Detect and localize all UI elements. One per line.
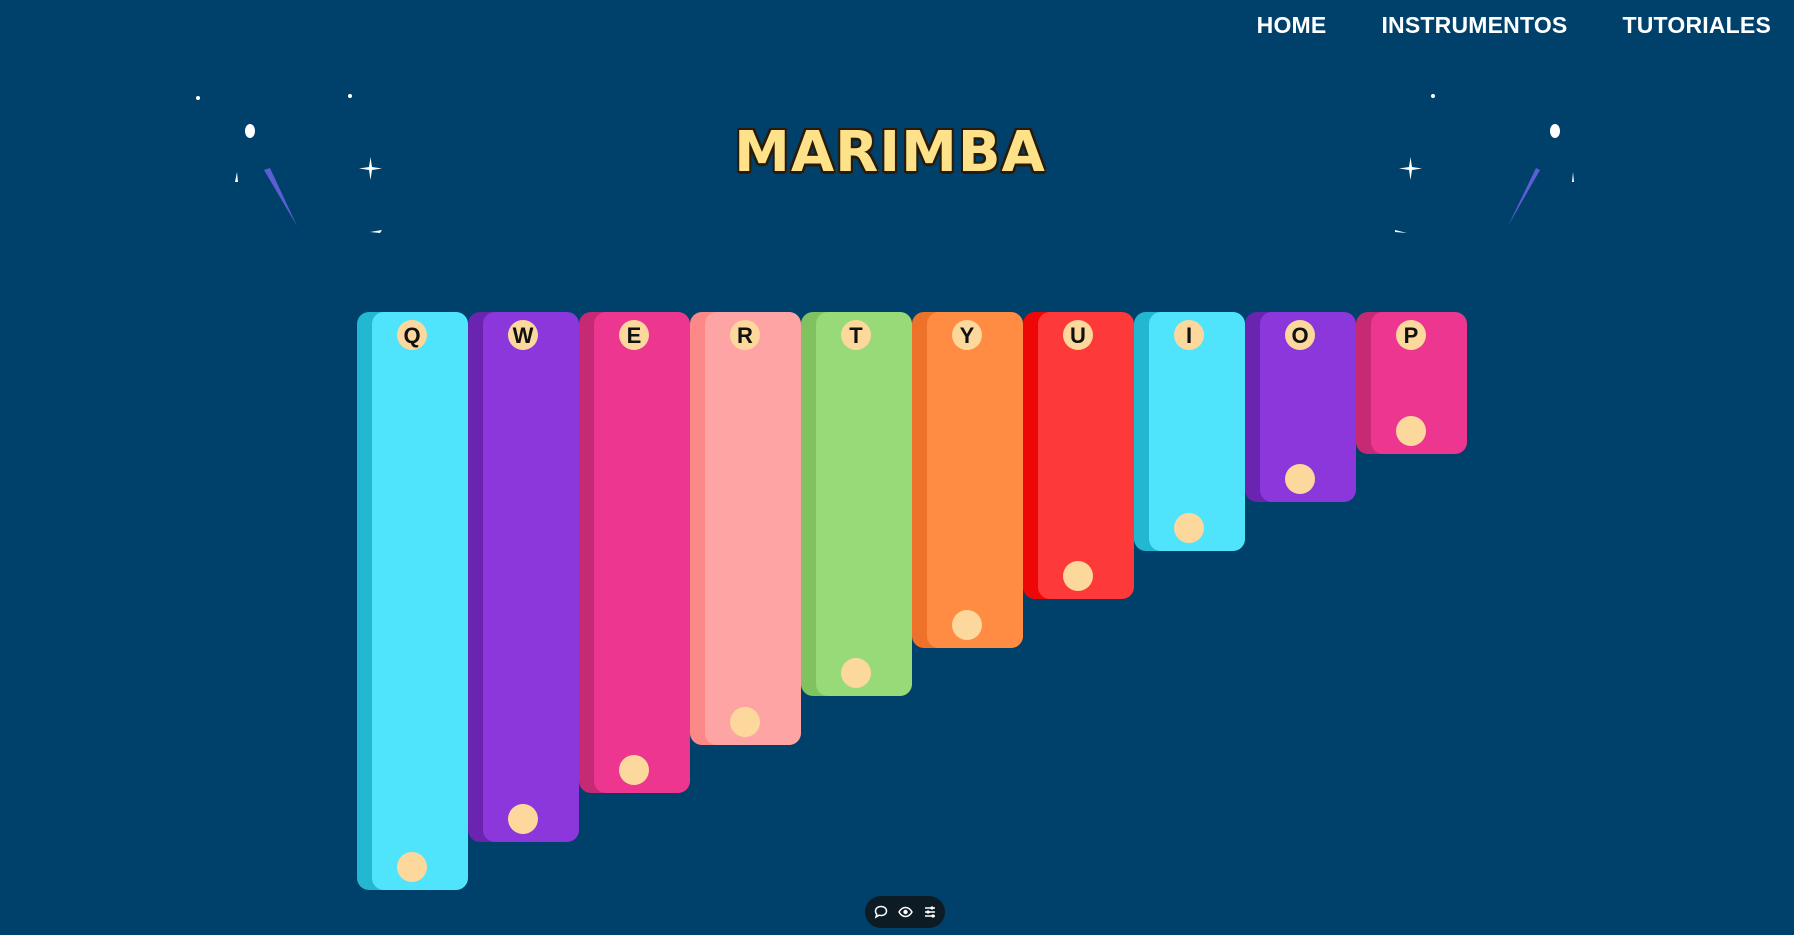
bar-key-label: W (508, 320, 538, 350)
bar-key-label: U (1063, 320, 1093, 350)
marimba-bar-t[interactable]: T (801, 312, 912, 696)
bar-key-label: I (1174, 320, 1204, 350)
nav-home-link[interactable]: HOME (1257, 12, 1327, 39)
bar-key-label: E (619, 320, 649, 350)
marimba-bar-q[interactable]: Q (357, 312, 468, 890)
eye-icon[interactable] (896, 903, 914, 921)
marimba-bar-o[interactable]: O (1245, 312, 1356, 502)
bar-mallet-dot (1396, 416, 1426, 446)
bar-face (705, 312, 801, 745)
bar-face (816, 312, 912, 696)
bar-face (927, 312, 1023, 648)
bar-key-label: Y (952, 320, 982, 350)
bar-mallet-dot (841, 658, 871, 688)
bar-mallet-dot (730, 707, 760, 737)
bar-mallet-dot (619, 755, 649, 785)
bar-face (483, 312, 579, 842)
nav-instrumentos-link[interactable]: INSTRUMENTOS (1381, 12, 1567, 39)
floating-toolbar (865, 896, 945, 928)
nav-tutoriales-link[interactable]: TUTORIALES (1622, 12, 1771, 39)
marimba-bar-i[interactable]: I (1134, 312, 1245, 551)
marimba-bar-r[interactable]: R (690, 312, 801, 745)
bar-mallet-dot (952, 610, 982, 640)
marimba-bar-w[interactable]: W (468, 312, 579, 842)
page-title: MARIMBA (734, 120, 1046, 185)
main-nav: HOME INSTRUMENTOS TUTORIALES (1257, 12, 1771, 39)
bar-key-label: Q (397, 320, 427, 350)
bar-mallet-dot (1174, 513, 1204, 543)
bar-mallet-dot (397, 852, 427, 882)
marimba-bar-e[interactable]: E (579, 312, 690, 793)
bar-face (594, 312, 690, 793)
marimba-bar-p[interactable]: P (1356, 312, 1467, 454)
bar-mallet-dot (1063, 561, 1093, 591)
sliders-icon[interactable] (921, 903, 939, 921)
chat-icon[interactable] (872, 903, 890, 921)
bar-key-label: R (730, 320, 760, 350)
marimba-bar-y[interactable]: Y (912, 312, 1023, 648)
bar-face (372, 312, 468, 890)
bar-mallet-dot (508, 804, 538, 834)
marimba-bar-u[interactable]: U (1023, 312, 1134, 599)
bar-mallet-dot (1285, 464, 1315, 494)
bar-key-label: O (1285, 320, 1315, 350)
bar-face (1038, 312, 1134, 599)
bar-key-label: T (841, 320, 871, 350)
bar-key-label: P (1396, 320, 1426, 350)
